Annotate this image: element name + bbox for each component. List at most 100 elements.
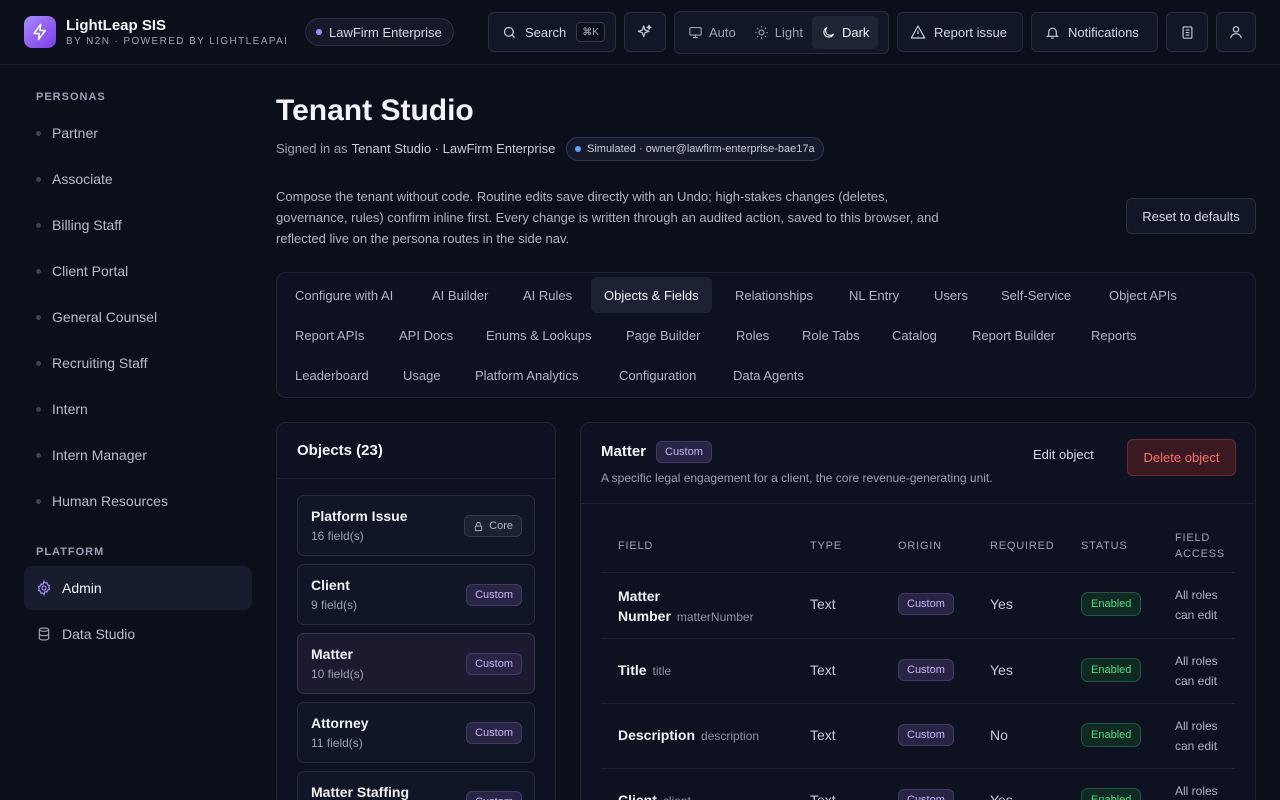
column-header-required[interactable]: REQUIRED — [990, 538, 1054, 554]
sidebar-item-label: Data Studio — [62, 626, 136, 642]
field-access: All roles can edit — [1175, 585, 1235, 625]
studio-tabs: Configure with AI AI Builder AI Rules Ob… — [276, 272, 1256, 398]
object-description: A specific legal engagement for a client… — [601, 471, 993, 485]
tab-report-apis[interactable]: Report APIs — [282, 317, 377, 353]
database-icon — [36, 626, 52, 642]
sidebar-item-data-studio[interactable]: Data Studio — [24, 612, 252, 656]
column-header-line: ACCESS — [1175, 548, 1226, 560]
object-card-matter-staffing[interactable]: Matter Staffing Custom — [297, 771, 535, 800]
column-header-field[interactable]: FIELD — [618, 538, 653, 554]
field-type: Text — [810, 596, 836, 612]
notifications-button[interactable]: Notifications — [1031, 12, 1158, 52]
object-card-attorney[interactable]: Attorney 11 field(s) Custom — [297, 702, 535, 763]
field-required: Yes — [990, 792, 1013, 800]
column-header-type[interactable]: TYPE — [810, 538, 842, 554]
tab-page-builder[interactable]: Page Builder — [613, 317, 713, 353]
report-issue-button[interactable]: Report issue — [897, 12, 1023, 52]
sidebar-item-client-portal[interactable]: Client Portal — [36, 261, 128, 281]
tab-reports[interactable]: Reports — [1078, 317, 1150, 353]
edit-object-button[interactable]: Edit object — [1033, 447, 1094, 462]
access-line: can edit — [1175, 739, 1218, 753]
divider — [601, 703, 1235, 704]
reset-to-defaults-button[interactable]: Reset to defaults — [1126, 198, 1256, 234]
theme-dark-option[interactable]: Dark — [811, 16, 879, 49]
column-header-origin[interactable]: ORIGIN — [898, 538, 942, 554]
sidebar-item-partner[interactable]: Partner — [36, 123, 98, 143]
tab-ai-builder[interactable]: AI Builder — [419, 277, 501, 313]
ai-sparkle-button[interactable] — [624, 12, 666, 52]
object-card-client[interactable]: Client 9 field(s) Custom — [297, 564, 535, 625]
tab-catalog[interactable]: Catalog — [879, 317, 950, 353]
tab-data-agents[interactable]: Data Agents — [720, 357, 817, 393]
tab-leaderboard[interactable]: Leaderboard — [282, 357, 382, 393]
delete-object-button[interactable]: Delete object — [1127, 439, 1236, 476]
lightning-logo-icon — [24, 16, 56, 48]
tab-roles[interactable]: Roles — [723, 317, 782, 353]
field-access: All roles can edit — [1175, 716, 1235, 756]
badge-label: Core — [489, 520, 513, 532]
tab-configuration[interactable]: Configuration — [606, 357, 709, 393]
bullet-icon — [36, 268, 41, 274]
search-label: Search — [525, 24, 567, 40]
object-name: Matter Staffing — [311, 784, 409, 800]
theme-auto-option[interactable]: Auto — [679, 16, 745, 49]
sidebar-item-general-counsel[interactable]: General Counsel — [36, 307, 157, 327]
tab-api-docs[interactable]: API Docs — [386, 317, 466, 353]
docs-button[interactable] — [1166, 12, 1208, 52]
tab-usage[interactable]: Usage — [390, 357, 454, 393]
report-issue-label: Report issue — [934, 24, 1007, 40]
sidebar-item-intern-manager[interactable]: Intern Manager — [36, 445, 147, 465]
divider — [601, 638, 1235, 639]
tab-platform-analytics[interactable]: Platform Analytics — [462, 357, 591, 393]
brand[interactable]: LightLeap SIS BY N2N · POWERED BY LIGHTL… — [24, 16, 288, 48]
tab-relationships[interactable]: Relationships — [722, 277, 826, 313]
notifications-label: Notifications — [1068, 24, 1139, 40]
sidebar-item-admin[interactable]: Admin — [24, 566, 252, 610]
tab-role-tabs[interactable]: Role Tabs — [789, 317, 873, 353]
tenant-pill[interactable]: LawFirm Enterprise — [305, 18, 454, 46]
theme-light-label: Light — [774, 25, 803, 40]
object-card-matter[interactable]: Matter 10 field(s) Custom — [297, 633, 535, 694]
persona-label: General Counsel — [52, 309, 158, 325]
search-button[interactable]: Search ⌘K — [488, 12, 616, 52]
account-button[interactable] — [1216, 12, 1256, 52]
signed-in-as: Tenant Studio · LawFirm Enterprise — [351, 141, 556, 156]
sidebar-item-billing-staff[interactable]: Billing Staff — [36, 215, 122, 235]
column-header-field-access[interactable]: FIELD ACCESS — [1175, 530, 1225, 562]
object-card-platform-issue[interactable]: Platform Issue 16 field(s) Core — [297, 495, 535, 556]
persona-label: Billing Staff — [52, 217, 122, 233]
tab-configure-with-ai[interactable]: Configure with AI — [282, 277, 406, 313]
sidebar-item-recruiting-staff[interactable]: Recruiting Staff — [36, 353, 147, 373]
tab-enums-lookups[interactable]: Enums & Lookups — [473, 317, 605, 353]
bullet-icon — [36, 176, 41, 182]
field-name: Description — [618, 727, 696, 743]
tab-users[interactable]: Users — [921, 277, 981, 313]
status-dot-icon — [575, 146, 581, 152]
tab-object-apis[interactable]: Object APIs — [1096, 277, 1190, 313]
sidebar-item-human-resources[interactable]: Human Resources — [36, 491, 168, 511]
sidebar-item-intern[interactable]: Intern — [36, 399, 88, 419]
warning-triangle-icon — [910, 24, 926, 40]
platform-heading: PLATFORM — [36, 546, 105, 558]
tenant-name: LawFirm Enterprise — [329, 24, 442, 40]
sidebar-item-associate[interactable]: Associate — [36, 169, 113, 189]
signed-in-prefix: Signed in as — [276, 141, 348, 156]
bullet-icon — [36, 406, 41, 412]
tab-ai-rules[interactable]: AI Rules — [510, 277, 585, 313]
tab-objects-fields[interactable]: Objects & Fields — [591, 277, 712, 313]
tab-self-service[interactable]: Self-Service — [988, 277, 1084, 313]
access-line: All roles — [1175, 784, 1218, 798]
object-name: Matter — [311, 646, 354, 662]
theme-dark-label: Dark — [841, 25, 870, 40]
tab-nl-entry[interactable]: NL Entry — [836, 277, 912, 313]
column-header-status[interactable]: STATUS — [1081, 538, 1128, 554]
custom-badge: Custom — [466, 791, 522, 800]
tab-report-builder[interactable]: Report Builder — [959, 317, 1068, 353]
custom-badge: Custom — [656, 441, 712, 463]
object-detail-panel: Matter Custom A specific legal engagemen… — [580, 422, 1256, 800]
top-bar: LightLeap SIS BY N2N · POWERED BY LIGHTL… — [0, 0, 1280, 65]
object-name: Attorney — [311, 715, 369, 731]
theme-light-option[interactable]: Light — [745, 16, 812, 49]
field-key: title — [652, 664, 672, 678]
lock-icon — [473, 521, 484, 532]
